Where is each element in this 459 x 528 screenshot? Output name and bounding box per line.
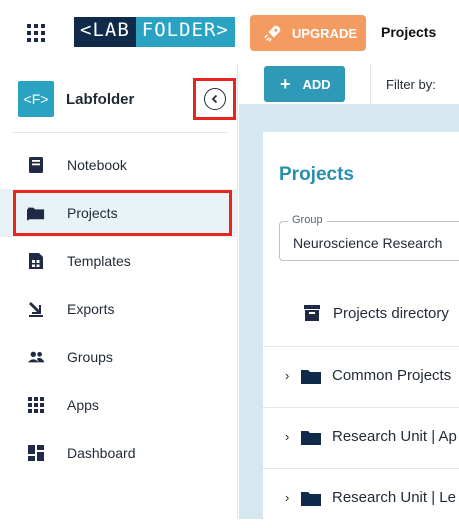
sidebar-item-label: Dashboard [67, 445, 136, 461]
sidebar-item-label: Groups [67, 349, 113, 365]
collapse-sidebar-button[interactable] [203, 88, 226, 110]
sidebar-item-apps[interactable]: Apps [0, 381, 238, 429]
upgrade-button[interactable]: UPGRADE [250, 15, 366, 51]
projects-directory-label: Projects directory [333, 304, 449, 322]
folder-label: Common Projects [332, 367, 452, 384]
sidebar-item-label: Templates [67, 253, 131, 269]
apps-icon [27, 396, 45, 414]
sidebar-item-notebook[interactable]: Notebook [0, 141, 238, 189]
sidebar-item-label: Exports [67, 301, 115, 317]
upgrade-label: UPGRADE [292, 25, 358, 41]
sidebar-item-dashboard[interactable]: Dashboard [0, 429, 238, 477]
chevron-right-icon[interactable]: › [285, 490, 297, 505]
sidebar-menu: Notebook Projects Templates Exports Grou… [0, 141, 238, 477]
projects-card: Projects Group Neuroscience Research Pro… [263, 132, 459, 519]
sidebar: <F> Labfolder Notebook Projects Template… [0, 64, 238, 519]
group-field-value: Neuroscience Research [293, 235, 443, 251]
list-item[interactable]: › Common Projects [263, 346, 459, 406]
group-field-label: Group [288, 214, 327, 226]
projects-highlight [13, 190, 232, 236]
brand-logo: <F> [18, 81, 54, 117]
toolbar: + ADD Filter by: [239, 64, 459, 104]
sidebar-item-groups[interactable]: Groups [0, 333, 238, 381]
nav-projects-link[interactable]: Projects [381, 24, 436, 40]
archive-icon [304, 305, 320, 321]
dashboard-icon [27, 444, 45, 462]
folder-label: Research Unit | Ap [332, 428, 457, 445]
main-content: + ADD Filter by: Projects Group Neurosci… [239, 64, 459, 519]
sidebar-item-label: Apps [67, 397, 99, 413]
plus-icon: + [280, 73, 291, 94]
app-launcher-icon[interactable] [27, 24, 45, 42]
logo-left-text: <LAB [74, 17, 136, 47]
logo-right-text: FOLDER> [135, 17, 235, 47]
labfolder-logo[interactable]: <LAB FOLDER> [74, 17, 235, 47]
projects-directory-header: Projects directory [303, 304, 449, 322]
groups-icon [27, 348, 45, 366]
collapse-highlight [193, 78, 236, 120]
sidebar-item-templates[interactable]: Templates [0, 237, 238, 285]
sidebar-item-exports[interactable]: Exports [0, 285, 238, 333]
add-label: ADD [302, 76, 331, 92]
page-title: Projects [279, 164, 354, 185]
filter-label: Filter by: [386, 77, 436, 92]
chevron-left-icon [211, 94, 217, 104]
folder-icon [301, 369, 321, 384]
template-icon [27, 252, 45, 270]
sidebar-divider [13, 132, 227, 133]
list-item[interactable]: › Research Unit | Ap [263, 407, 459, 467]
chevron-right-icon[interactable]: › [285, 429, 297, 444]
folder-icon [301, 430, 321, 445]
list-item[interactable]: › Research Unit | Le [263, 468, 459, 528]
add-button[interactable]: + ADD [264, 66, 345, 102]
brand-name: Labfolder [66, 90, 135, 108]
export-icon [27, 300, 45, 318]
sidebar-item-label: Notebook [67, 157, 127, 173]
brand: <F> Labfolder [18, 81, 134, 117]
group-select[interactable]: Group Neuroscience Research [279, 214, 459, 261]
rocket-icon [264, 25, 281, 42]
notebook-icon [27, 156, 45, 174]
sidebar-item-projects[interactable]: Projects [0, 189, 238, 237]
folder-icon [301, 491, 321, 506]
top-bar: <LAB FOLDER> UPGRADE Projects [0, 0, 459, 64]
toolbar-divider [370, 64, 371, 104]
chevron-right-icon[interactable]: › [285, 368, 297, 383]
folder-label: Research Unit | Le [332, 489, 456, 506]
